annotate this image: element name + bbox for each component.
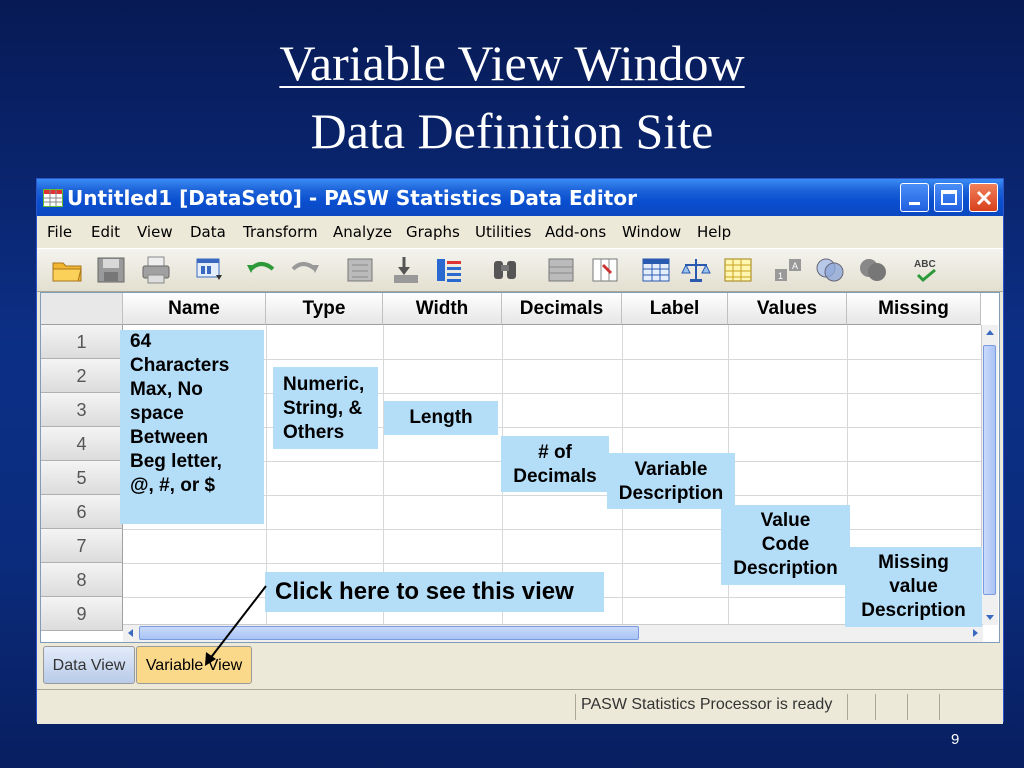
pointer-arrow-icon [205, 585, 267, 666]
